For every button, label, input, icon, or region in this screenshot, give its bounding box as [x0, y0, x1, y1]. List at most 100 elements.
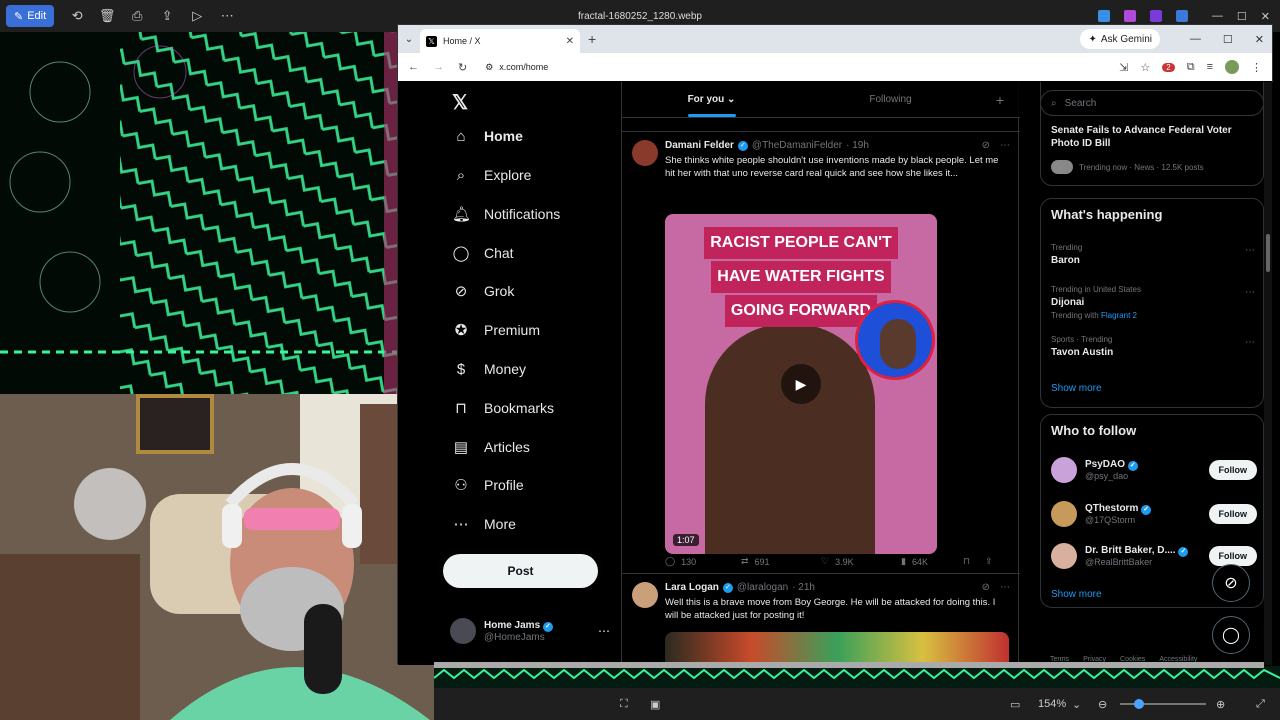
trend-item[interactable]: Trending Baron — [1051, 243, 1251, 266]
install-app-icon[interactable]: ⇲ — [1119, 61, 1128, 74]
minimize-icon[interactable]: — — [1212, 10, 1223, 22]
share-icon[interactable]: ⇪ — [985, 556, 993, 567]
tweet-time[interactable]: · 21h — [792, 582, 815, 593]
maximize-icon[interactable]: ☐ — [1223, 33, 1233, 46]
nav-item-grok[interactable]: ⊘ Grok — [452, 277, 515, 305]
page-scrollbar[interactable] — [1264, 82, 1272, 665]
url-field[interactable]: ⚙ x.com/home — [485, 62, 548, 73]
slideshow-icon[interactable]: ▷ — [182, 8, 212, 24]
reply-button[interactable]: ◯ 130 — [665, 556, 741, 567]
delete-icon[interactable]: 🗑︎ — [92, 8, 122, 24]
trend-link[interactable]: Flagrant 2 — [1101, 311, 1137, 320]
zoom-out-icon[interactable]: ⊖ — [1098, 698, 1107, 711]
repost-button[interactable]: ⇄ 691 — [741, 556, 821, 567]
bookmark-icon[interactable]: ⊓ — [963, 556, 985, 567]
minimize-icon[interactable]: — — [1190, 33, 1201, 45]
follow-suggestion[interactable]: QThestorm ✓ @17QStorm Follow — [1051, 499, 1257, 529]
fit-icon[interactable]: ⛶ — [620, 698, 628, 711]
zoom-slider-handle[interactable] — [1134, 699, 1144, 709]
tweet-image[interactable] — [665, 632, 1009, 665]
show-more-trends[interactable]: Show more — [1051, 383, 1102, 394]
follow-button[interactable]: Follow — [1208, 504, 1257, 524]
maximize-icon[interactable]: ☐ — [1237, 10, 1247, 23]
zoom-dropdown-icon[interactable]: ⌄ — [1072, 698, 1081, 711]
account-switcher[interactable]: Home Jams ✓ @HomeJams ⋯ — [450, 614, 610, 648]
zoom-level[interactable]: 154% — [1038, 698, 1066, 710]
grok-icon[interactable]: ⊘ — [982, 140, 990, 151]
edit-button[interactable]: ✎ Edit — [6, 5, 55, 27]
follow-suggestion[interactable]: PsyDAO ✓ @psy_dao Follow — [1051, 455, 1257, 485]
suggestion-avatar[interactable] — [1051, 501, 1077, 527]
grok-fab-icon[interactable]: ⊘ — [1212, 564, 1250, 602]
suggestion-name[interactable]: QThestorm ✓ — [1085, 503, 1152, 515]
account-more-icon[interactable]: ⋯ — [598, 624, 610, 638]
forward-icon[interactable]: → — [433, 61, 444, 73]
rotate-icon[interactable]: ⟲ — [62, 8, 92, 24]
x-logo-icon[interactable]: 𝕏 — [452, 90, 468, 115]
share-icon[interactable]: ⇪ — [152, 8, 182, 24]
app-icon[interactable] — [1175, 10, 1188, 22]
close-icon[interactable]: ✕ — [1261, 10, 1270, 23]
nav-item-profile[interactable]: ⚇ Profile — [452, 471, 523, 499]
tweet-author-name[interactable]: Lara Logan — [665, 582, 719, 593]
new-tab-icon[interactable]: + — [588, 31, 596, 47]
nav-item-bookmarks[interactable]: ⊓ Bookmarks — [452, 394, 554, 422]
app-icon[interactable] — [1123, 10, 1136, 22]
nav-item-notifications[interactable]: 🔔︎ Notifications — [452, 200, 560, 228]
tweet-avatar[interactable] — [632, 140, 658, 166]
zoom-in-icon[interactable]: ⊕ — [1216, 698, 1225, 711]
play-icon[interactable]: ▶ — [781, 364, 821, 404]
more-options-icon[interactable]: ⋯ — [212, 8, 242, 24]
close-tab-icon[interactable]: ✕ — [566, 36, 574, 47]
fullscreen-icon[interactable]: ⤢ — [1256, 698, 1265, 711]
follow-button[interactable]: Follow — [1208, 460, 1257, 480]
tab-for-you[interactable]: For you ⌄ — [622, 94, 801, 117]
app-icon[interactable] — [1097, 10, 1110, 22]
tweet[interactable]: Damani Felder ✓ @TheDamaniFelder · 19h ⊘… — [622, 132, 1020, 574]
bookmark-star-icon[interactable]: ☆ — [1140, 61, 1150, 74]
tweet-author-handle[interactable]: @laralogan — [737, 582, 788, 593]
site-info-icon[interactable]: ⚙ — [485, 62, 493, 73]
tab-search-icon[interactable]: ⌄ — [398, 34, 420, 45]
zoom-slider[interactable] — [1120, 703, 1206, 705]
tweet-author-name[interactable]: Damani Felder — [665, 140, 734, 151]
suggestion-name[interactable]: Dr. Britt Baker, D.... ✓ — [1085, 545, 1189, 557]
add-timeline-icon[interactable]: + — [980, 92, 1020, 108]
horizontal-scrollbar[interactable] — [434, 662, 1264, 668]
trend-more-icon[interactable]: ⋯ — [1245, 337, 1255, 348]
chat-fab-icon[interactable]: ◯ — [1212, 616, 1250, 654]
close-icon[interactable]: ✕ — [1255, 33, 1264, 46]
reading-list-icon[interactable]: ≡ — [1207, 61, 1213, 73]
suggestion-name[interactable]: PsyDAO ✓ — [1085, 459, 1138, 471]
scrollbar-thumb[interactable] — [1266, 234, 1270, 272]
browser-profile-avatar[interactable] — [1225, 60, 1239, 74]
nav-item-home[interactable]: ⌂ Home — [452, 122, 522, 150]
views-button[interactable]: ▮ 64K — [901, 556, 963, 567]
browser-menu-icon[interactable]: ⋮ — [1251, 61, 1262, 74]
suggestion-avatar[interactable] — [1051, 543, 1077, 569]
nav-item-money[interactable]: $ Money — [452, 355, 526, 383]
nav-item-more[interactable]: ⋯ More — [452, 510, 516, 538]
extensions-icon[interactable]: ⧉ — [1187, 61, 1195, 74]
nav-item-articles[interactable]: ▤ Articles — [452, 433, 530, 461]
tab-following[interactable]: Following — [801, 94, 980, 105]
film-strip-icon[interactable]: ▣ — [650, 698, 660, 711]
suggestion-avatar[interactable] — [1051, 457, 1077, 483]
nav-item-explore[interactable]: ⌕ Explore — [452, 161, 532, 189]
nav-item-chat[interactable]: ◯ Chat — [452, 239, 514, 267]
show-more-follows[interactable]: Show more — [1051, 589, 1102, 600]
like-button[interactable]: ♡ 3.9K — [821, 556, 901, 567]
tweet-more-icon[interactable]: ⋯ — [1000, 140, 1010, 151]
tweet-video[interactable]: RACIST PEOPLE CAN'T HAVE WATER FIGHTS GO… — [665, 214, 937, 554]
view-size-icon[interactable]: ▭ — [1010, 698, 1020, 711]
extension-badge[interactable]: 2 — [1162, 62, 1175, 72]
trend-more-icon[interactable]: ⋯ — [1245, 287, 1255, 298]
post-button[interactable]: Post — [443, 554, 598, 588]
trend-item[interactable]: Trending in United States Dijonai Trending… — [1051, 285, 1251, 320]
tweet[interactable]: Lara Logan ✓ @laralogan · 21h ⊘ ⋯ Well t… — [622, 574, 1020, 665]
browser-tab[interactable]: 𝕏 Home / X ✕ — [420, 29, 580, 53]
news-card[interactable]: Senate Fails to Advance Federal Voter Ph… — [1040, 82, 1264, 186]
tweet-avatar[interactable] — [632, 582, 658, 608]
ask-gemini-button[interactable]: ✦ Ask Gemini — [1080, 29, 1160, 49]
grok-icon[interactable]: ⊘ — [982, 582, 990, 593]
